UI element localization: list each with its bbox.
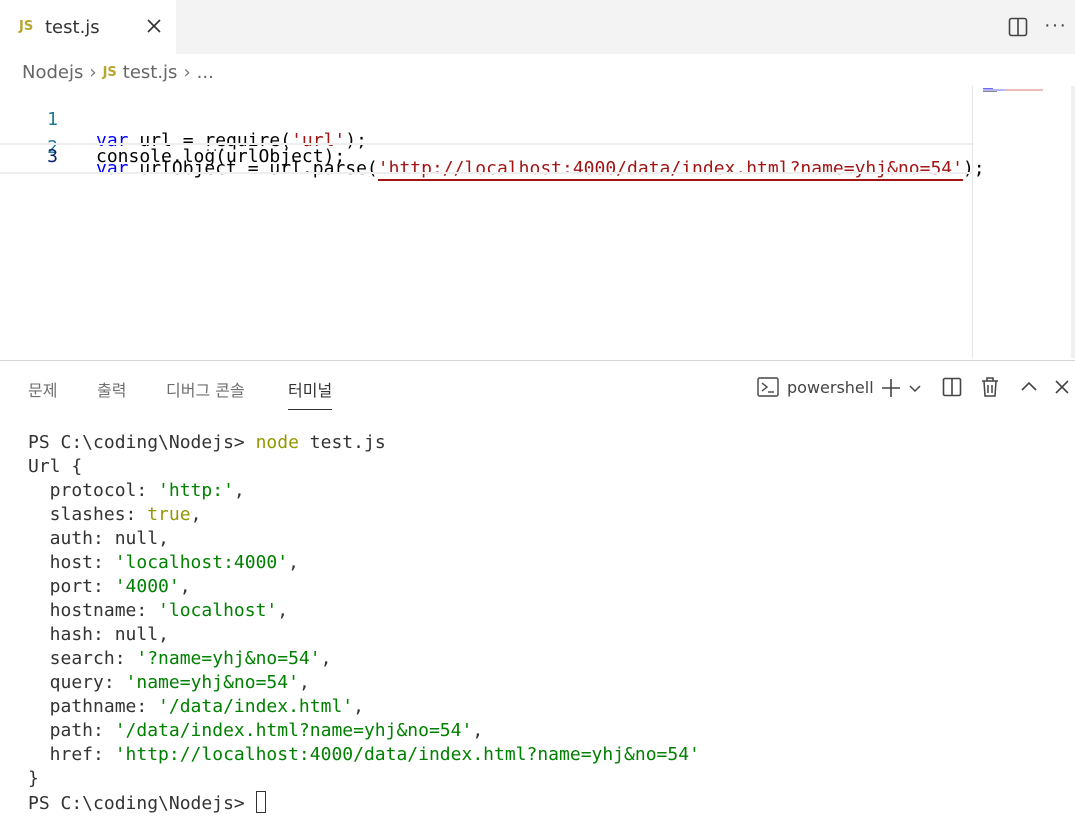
minimap[interactable] — [972, 86, 1073, 358]
chevron-down-icon[interactable] — [908, 381, 922, 395]
code-editor[interactable]: 1 var url = require('url'); 2 var urlObj… — [0, 86, 985, 358]
breadcrumb-folder[interactable]: Nodejs — [22, 62, 83, 83]
tab-debug-console[interactable]: 디버그 콘솔 — [166, 377, 245, 401]
code-line[interactable]: 1 var url = require('url'); — [0, 88, 972, 151]
editor-scrollbar[interactable] — [1071, 86, 1075, 358]
terminal-line: Url { — [28, 456, 83, 477]
code-text: console.log(urlObject); — [96, 146, 346, 167]
breadcrumb: Nodejs › JS test.js › ... — [22, 60, 214, 84]
terminal-field-search: search: '?name=yhj&no=54', — [28, 648, 332, 669]
terminal-line: PS C:\coding\Nodejs> node test.js — [28, 432, 386, 453]
terminal-line: } — [28, 768, 39, 789]
chevron-right-icon: › — [183, 61, 191, 83]
split-terminal-icon[interactable] — [942, 377, 962, 397]
terminal-cursor — [255, 791, 266, 813]
tab-problems[interactable]: 문제 — [28, 377, 57, 401]
tab-output[interactable]: 출력 — [97, 377, 126, 401]
terminal-field-auth: auth: null, — [28, 528, 169, 549]
code-line-current[interactable]: 3 console.log(urlObject); — [0, 143, 972, 174]
breadcrumb-more[interactable]: ... — [197, 62, 214, 83]
terminal-shell-icon[interactable] — [757, 376, 779, 398]
close-panel-icon[interactable] — [1054, 379, 1070, 395]
breadcrumb-file[interactable]: test.js — [123, 62, 178, 83]
terminal-line: PS C:\coding\Nodejs> — [28, 791, 266, 814]
terminal-field-hash: hash: null, — [28, 624, 169, 645]
terminal-field-protocol: protocol: 'http:', — [28, 480, 245, 501]
terminal-field-host: host: 'localhost:4000', — [28, 552, 299, 573]
terminal-field-port: port: '4000', — [28, 576, 191, 597]
terminal-shell-label[interactable]: powershell — [787, 378, 874, 397]
bottom-panel: 문제 출력 디버그 콘솔 터미널 powershell PS C:\coding… — [0, 360, 1075, 826]
line-number: 3 — [47, 146, 58, 167]
code-line[interactable]: 2 var urlObject = url.parse('http://loca… — [0, 116, 985, 181]
chevron-up-icon[interactable] — [1020, 379, 1038, 393]
close-icon[interactable] — [144, 16, 164, 36]
editor-tab-bar: JS test.js ··· — [0, 0, 1075, 54]
chevron-right-icon: › — [89, 61, 97, 83]
terminal-field-path: path: '/data/index.html?name=yhj&no=54', — [28, 720, 484, 741]
tab-label: test.js — [45, 17, 100, 38]
add-terminal-icon[interactable] — [880, 377, 902, 399]
terminal-field-href: href: 'http://localhost:4000/data/index.… — [28, 744, 700, 765]
terminal-field-slashes: slashes: true, — [28, 504, 202, 525]
more-actions-icon[interactable]: ··· — [1044, 14, 1067, 37]
split-editor-icon[interactable] — [1008, 17, 1028, 37]
trash-icon[interactable] — [980, 376, 1000, 398]
javascript-file-icon: JS — [19, 19, 34, 34]
terminal-field-hostname: hostname: 'localhost', — [28, 600, 289, 621]
minimap-preview — [983, 88, 1043, 92]
terminal-object-fields: protocol: 'http:', slashes: true, auth: … — [28, 480, 700, 765]
tab-test-js[interactable]: JS test.js — [0, 0, 176, 54]
javascript-file-icon: JS — [102, 64, 117, 80]
terminal-field-pathname: pathname: '/data/index.html', — [28, 696, 364, 717]
terminal-output[interactable]: PS C:\coding\Nodejs> node test.js Url { … — [28, 431, 700, 816]
terminal-field-query: query: 'name=yhj&no=54', — [28, 672, 310, 693]
tab-terminal[interactable]: 터미널 — [288, 377, 333, 410]
